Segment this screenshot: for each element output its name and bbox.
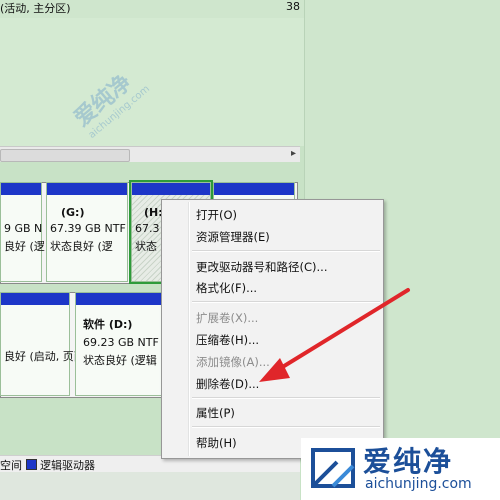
menu-separator <box>192 301 380 303</box>
logo-text: 爱纯净 <box>363 445 454 478</box>
menu-item-open[interactable]: 打开(O) <box>196 207 237 223</box>
menu-item-shrink-volume[interactable]: 压缩卷(H)... <box>196 332 259 348</box>
partition-size: 69.23 GB NTF <box>83 336 159 349</box>
legend-unallocated-label: 空间 <box>0 459 22 472</box>
partition-size: 67.39 GB NTF <box>50 222 126 235</box>
partition-disk1-1[interactable]: 9 GB N 良好 (逻 <box>0 182 45 282</box>
menu-item-change-drive-letter[interactable]: 更改驱动器号和路径(C)... <box>196 259 327 275</box>
logo-url: aichunjing.com <box>365 476 472 492</box>
menu-icon-gutter <box>188 202 190 456</box>
partition-name: (G:) <box>61 206 85 219</box>
context-menu: 打开(O) 资源管理器(E) 更改驱动器号和路径(C)... 格式化(F)...… <box>161 199 384 459</box>
volume-type-text: (活动, 主分区) <box>0 2 71 15</box>
site-logo: 爱纯净 aichunjing.com <box>301 438 500 500</box>
partition-bar <box>132 183 210 195</box>
menu-item-explorer[interactable]: 资源管理器(E) <box>196 229 270 245</box>
partition-size: 9 GB N <box>4 222 43 235</box>
partition-status: 状态 <box>135 240 157 253</box>
partition-size: 67.3 <box>135 222 160 235</box>
menu-item-add-mirror: 添加镜像(A)... <box>196 355 270 369</box>
partition-status: 状态良好 (逻辑 <box>83 354 157 367</box>
status-bar <box>0 472 300 500</box>
menu-separator <box>192 397 380 399</box>
menu-item-delete-volume[interactable]: 删除卷(D)... <box>196 376 259 392</box>
partition-system[interactable]: 良好 (启动, 页面文件, <box>0 292 110 396</box>
partition-status: 状态良好 (逻 <box>50 240 113 253</box>
volume-list-area[interactable] <box>0 18 304 146</box>
partition-status: 良好 (逻 <box>4 240 45 253</box>
legend-logical-drive-swatch <box>26 459 37 470</box>
volume-list-row[interactable]: (活动, 主分区) 38 <box>0 0 304 18</box>
menu-item-format[interactable]: 格式化(F)... <box>196 280 257 296</box>
partition-bar <box>47 183 127 195</box>
partition-bar <box>1 293 69 305</box>
partition-g[interactable]: (G:) 67.39 GB NTF 状态良好 (逻 <box>46 182 128 282</box>
partition-bar <box>76 293 164 305</box>
partition-d[interactable]: 软件 (D:) 69.23 GB NTF 状态良好 (逻辑 <box>75 292 165 396</box>
partition-bar <box>214 183 294 195</box>
scroll-right-arrow-icon[interactable]: ▸ <box>291 148 296 159</box>
menu-separator <box>192 426 380 428</box>
partition-name: (H: <box>144 206 163 219</box>
legend-logical-drive-label: 逻辑驱动器 <box>40 459 95 472</box>
menu-item-extend-volume: 扩展卷(X)... <box>196 311 259 325</box>
logo-mark-icon <box>311 448 355 488</box>
scrollbar-thumb[interactable] <box>0 149 130 162</box>
menu-item-help[interactable]: 帮助(H) <box>196 435 237 451</box>
volume-capacity-text: 38 <box>286 0 300 13</box>
menu-item-properties[interactable]: 属性(P) <box>196 405 235 421</box>
partition-name: 软件 (D:) <box>83 318 133 331</box>
menu-separator <box>192 250 380 252</box>
partition-bar <box>1 183 41 195</box>
